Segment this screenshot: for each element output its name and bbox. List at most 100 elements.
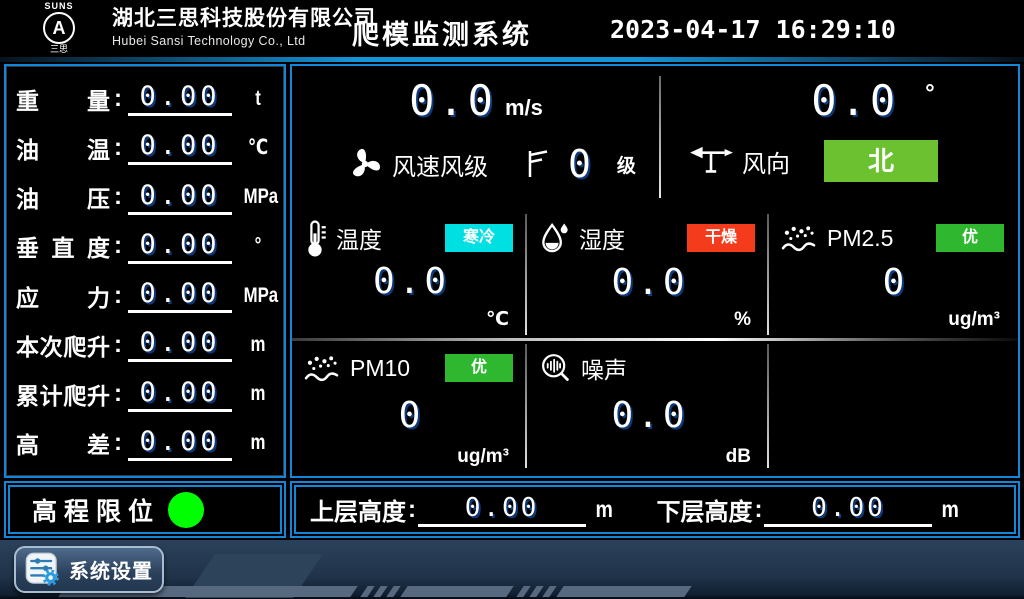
measure-unit: ℃	[244, 135, 273, 160]
logo-circle-a-icon: A	[43, 12, 75, 44]
measure-row-verticality: 垂直度: 0.00 °	[16, 222, 276, 271]
decorative-stripe	[556, 586, 691, 597]
wind-speed-section: 0.0 m/s 风速风级 0 级	[292, 66, 660, 209]
sensor-cell-humidity: 湿度 干燥 0.0 %	[527, 209, 769, 339]
wind-direction-label: 风向	[742, 144, 790, 179]
system-settings-button[interactable]: 系统设置	[14, 546, 164, 593]
climbing-formwork-monitor-screen: SUNS A 三思 湖北三思科技股份有限公司 Hubei Sansi Techn…	[0, 0, 1024, 599]
company-logo: SUNS A 三思	[24, 2, 94, 54]
wind-scale-unit: 级	[617, 151, 636, 178]
sensor-cell-empty	[769, 339, 1018, 476]
sensor-cell-pm25: PM2.5 优 0 ug/m³	[769, 209, 1018, 339]
wind-vane-icon	[688, 144, 734, 178]
droplet-icon	[539, 221, 570, 256]
sensor-name: 温度	[336, 221, 382, 255]
dust-icon	[304, 354, 341, 383]
measure-value: 0.00	[128, 81, 232, 116]
measure-unit: MPa	[244, 185, 273, 209]
decorative-slash	[529, 586, 543, 597]
wind-speed-unit: m/s	[505, 95, 543, 120]
datetime-display: 2023-04-17 16:29:10	[610, 15, 896, 44]
measure-label: 油 压	[16, 180, 110, 214]
lower-height-group: 下层高度: 0.00 m	[656, 492, 960, 527]
decorative-stripe	[400, 586, 513, 597]
grid-divider	[525, 214, 527, 335]
elevation-limit-label: 高程限位	[32, 492, 160, 528]
noise-icon	[539, 352, 572, 385]
grid-divider	[767, 344, 769, 468]
measure-label: 油 温	[16, 131, 110, 165]
grid-divider	[525, 344, 527, 468]
measure-label: 本次爬升	[16, 328, 110, 362]
dust-icon	[781, 224, 818, 253]
wind-direction-value: 0.0	[811, 76, 899, 125]
measure-unit: t	[244, 87, 273, 111]
decorative-slash	[542, 586, 556, 597]
measure-unit: m	[244, 382, 273, 406]
status-badge: 干燥	[687, 224, 755, 252]
settings-button-label: 系统设置	[69, 555, 153, 584]
status-indicator-light	[168, 492, 204, 528]
measure-unit: m	[244, 431, 273, 455]
upper-height-unit: m	[596, 496, 613, 523]
lower-height-value: 0.00	[764, 493, 932, 527]
decorative-slash	[386, 586, 400, 597]
upper-height-value: 0.00	[418, 493, 586, 527]
wind-flag-icon	[526, 149, 550, 179]
environment-panel: 0.0 m/s 风速风级 0 级	[290, 64, 1020, 478]
company-name-en: Hubei Sansi Technology Co., Ltd	[112, 34, 376, 48]
sensor-value: 0	[781, 255, 1010, 309]
sensor-unit: ug/m³	[457, 446, 519, 472]
lower-height-label: 下层高度	[656, 492, 752, 527]
sensor-value: 0.0	[539, 385, 761, 446]
measure-label: 累计爬升	[16, 377, 110, 411]
header-accent-line	[0, 57, 1024, 62]
decorative-slash	[516, 586, 530, 597]
company-name: 湖北三思科技股份有限公司 Hubei Sansi Technology Co.,…	[112, 7, 376, 49]
thermometer-icon	[304, 219, 327, 258]
measure-label: 高 差	[16, 426, 110, 460]
wind-scale-row: 风速风级 0 级	[292, 142, 660, 186]
upper-height-group: 上层高度: 0.00 m	[310, 492, 614, 527]
wind-direction-section: 0.0 ° 风向 北	[662, 66, 1018, 209]
measure-value: 0.00	[128, 180, 232, 215]
grid-divider	[767, 214, 769, 335]
sensor-value: 0.0	[539, 255, 761, 309]
measure-unit: MPa	[244, 284, 273, 308]
sensor-name: 噪声	[581, 351, 627, 385]
measure-label: 垂直度	[16, 229, 110, 263]
wind-scale-label: 风速风级	[392, 147, 488, 182]
sensor-cell-pm10: PM10 优 0 ug/m³	[292, 339, 527, 476]
sensor-unit: ℃	[486, 308, 519, 335]
decorative-slash	[373, 586, 387, 597]
sensor-cell-temperature: 温度 寒冷 0.0 ℃	[292, 209, 527, 339]
status-badge: 寒冷	[445, 224, 513, 252]
sensor-name: 湿度	[579, 221, 625, 255]
wind-scale-value: 0	[568, 142, 591, 186]
sensor-value: 0.0	[304, 255, 519, 308]
elevation-limit-box: 高程限位	[4, 481, 286, 538]
measure-value: 0.00	[128, 278, 232, 313]
measure-row-current-climb: 本次爬升: 0.00 m	[16, 320, 276, 369]
measure-row-oil-pressure: 油 压: 0.00 MPa	[16, 173, 276, 222]
sensor-grid: 温度 寒冷 0.0 ℃ 湿度 干燥	[292, 209, 1018, 476]
sensor-unit: ug/m³	[948, 309, 1010, 335]
layer-heights-box: 上层高度: 0.00 m 下层高度: 0.00 m	[290, 481, 1020, 538]
measure-label: 应 力	[16, 279, 110, 313]
logo-suns-text: SUNS	[24, 2, 94, 11]
company-name-cn: 湖北三思科技股份有限公司	[112, 7, 376, 31]
measurements-panel: 重 量: 0.00 t 油 温: 0.00 ℃ 油 压: 0.00 MPa 垂直…	[4, 64, 286, 478]
fan-icon	[346, 145, 384, 183]
wind-speed-value: 0.0	[409, 76, 497, 125]
wind-direction-unit: °	[925, 80, 935, 107]
measure-row-weight: 重 量: 0.00 t	[16, 74, 276, 123]
measure-row-height-diff: 高 差: 0.00 m	[16, 419, 276, 468]
bottom-toolbar: 系统设置	[0, 540, 1024, 599]
sensor-name: PM10	[350, 355, 410, 382]
wind-direction-row: 风向 北	[662, 140, 1018, 182]
status-badge: 优	[936, 224, 1004, 252]
upper-height-label: 上层高度	[310, 492, 406, 527]
measure-unit: m	[244, 333, 273, 357]
measure-row-stress: 应 力: 0.00 MPa	[16, 271, 276, 320]
decorative-slash	[360, 586, 374, 597]
